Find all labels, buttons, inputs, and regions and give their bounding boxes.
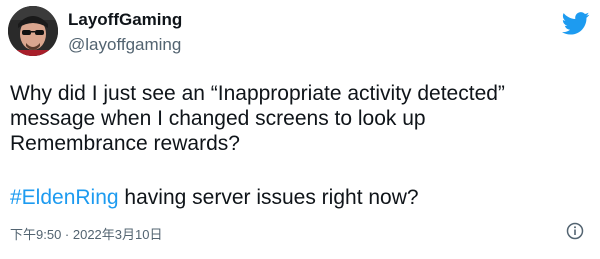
author-display-name[interactable]: LayoffGaming [68,10,182,30]
twitter-bird-icon[interactable] [561,12,590,35]
author-handle[interactable]: @layoffgaming [68,35,181,55]
avatar[interactable] [8,6,58,56]
tweet-text-line: Remembrance rewards? [10,132,240,155]
info-icon[interactable] [566,222,584,240]
tweet-text-line: message when I changed screens to look u… [10,107,426,130]
tweet-text-hashtag-line: #EldenRing having server issues right no… [10,185,419,210]
tweet-timestamp[interactable]: 下午9:50 · 2022年3月10日 [10,224,162,243]
tweet-text-line: Why did I just see an “Inappropriate act… [10,82,505,105]
tweet-text: Why did I just see an “Inappropriate act… [10,81,590,156]
tweet-card: LayoffGaming @layoffgaming Why did I jus… [0,0,600,259]
tweet-text-line: having server issues right now? [118,186,419,209]
hashtag-link[interactable]: #EldenRing [10,186,119,209]
